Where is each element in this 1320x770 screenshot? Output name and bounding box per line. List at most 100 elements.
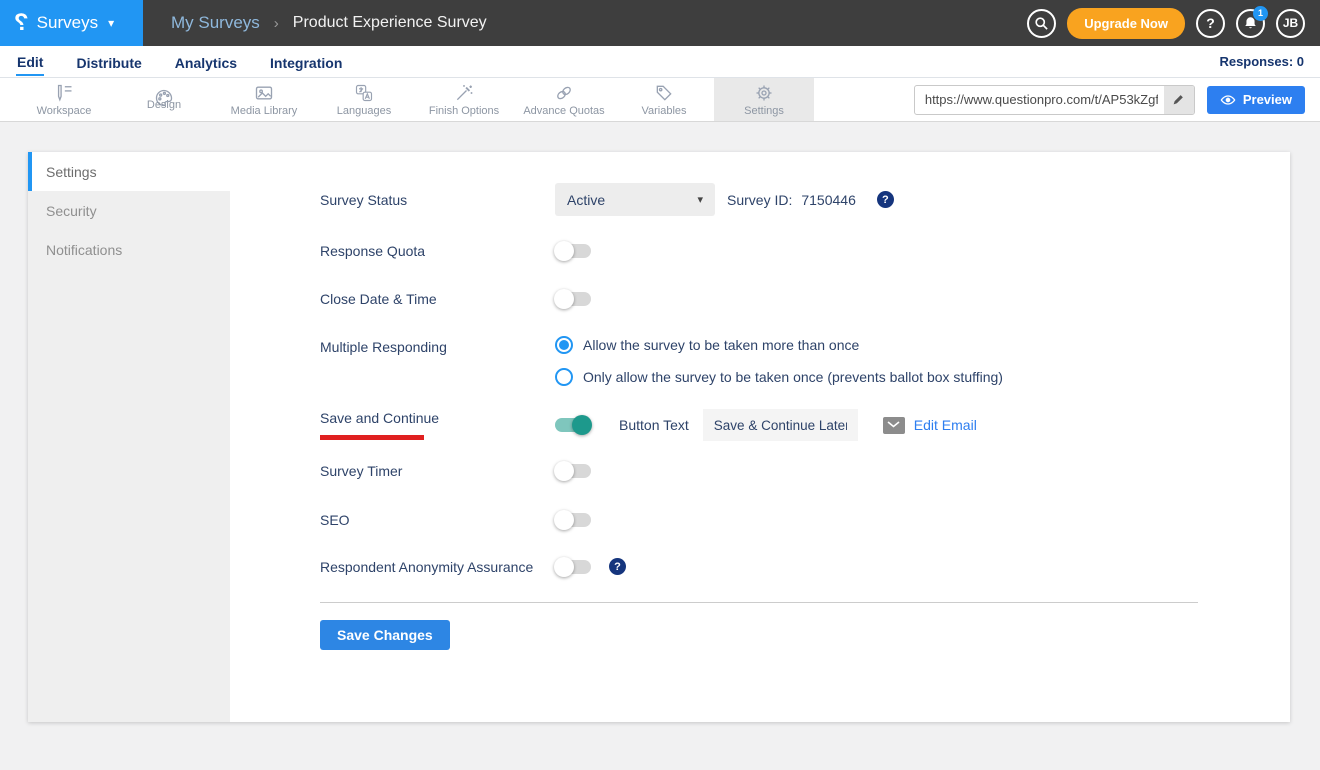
close-date-label: Close Date & Time	[320, 291, 555, 307]
workspace-icon	[54, 83, 74, 103]
settings-content: Survey Status Active ▾ Survey ID: 715044…	[230, 152, 1290, 650]
avatar-initials: JB	[1283, 16, 1298, 30]
section-tabs: Edit Distribute Analytics Integration Re…	[0, 46, 1320, 78]
toolbar-item-settings[interactable]: Settings	[714, 78, 814, 121]
toolbar-item-design[interactable]: Design	[114, 78, 214, 121]
survey-status-row: Survey Status Active ▾ Survey ID: 715044…	[320, 183, 1290, 216]
toolbar-item-workspace[interactable]: Workspace	[14, 78, 114, 121]
sidebar-item-security[interactable]: Security	[28, 191, 230, 230]
radio-option-once[interactable]: Only allow the survey to be taken once (…	[555, 368, 1003, 386]
anonymity-help-icon[interactable]: ?	[609, 558, 626, 575]
radio-option-multiple[interactable]: Allow the survey to be taken more than o…	[555, 336, 1003, 354]
responses-count: Responses: 0	[1219, 54, 1304, 69]
question-mark-icon: ?	[1206, 15, 1215, 31]
questionpro-logo-icon: ?	[14, 11, 29, 35]
save-and-continue-toggle[interactable]	[555, 418, 591, 432]
user-avatar[interactable]: JB	[1276, 9, 1305, 38]
chevron-down-icon: ▾	[697, 193, 703, 206]
save-changes-button[interactable]: Save Changes	[320, 620, 450, 650]
survey-status-label: Survey Status	[320, 192, 555, 208]
help-button[interactable]: ?	[1196, 9, 1225, 38]
toolbar-item-label: Settings	[744, 105, 784, 117]
response-quota-label: Response Quota	[320, 243, 555, 259]
toggle-knob	[554, 289, 574, 309]
settings-icon	[754, 83, 774, 103]
preview-button[interactable]: Preview	[1207, 86, 1305, 114]
variables-icon	[654, 83, 674, 103]
email-icon[interactable]	[883, 417, 905, 434]
seo-row: SEO	[320, 512, 1290, 528]
search-button[interactable]	[1027, 9, 1056, 38]
toolbar-item-label: Advance Quotas	[523, 105, 604, 117]
response-quota-toggle[interactable]	[555, 244, 591, 258]
topbar-actions: Upgrade Now ? 1 JB	[1027, 0, 1320, 46]
button-text-label: Button Text	[619, 417, 689, 433]
tab-integration[interactable]: Integration	[269, 49, 343, 75]
toolbar-items: Workspace Design Media Library Languages…	[0, 78, 814, 121]
radio-option-label: Allow the survey to be taken more than o…	[583, 337, 859, 353]
toggle-knob	[554, 241, 574, 261]
survey-id-help-icon[interactable]: ?	[877, 191, 894, 208]
button-text-input[interactable]	[703, 409, 858, 441]
radio-unselected-icon[interactable]	[555, 368, 573, 386]
response-quota-row: Response Quota	[320, 243, 1290, 259]
breadcrumb: My Surveys › Product Experience Survey	[171, 0, 487, 46]
chevron-down-icon: ▾	[108, 16, 114, 30]
save-and-continue-label-wrap: Save and Continue	[320, 410, 555, 440]
settings-sidebar: Settings Security Notifications	[28, 152, 230, 722]
breadcrumb-my-surveys[interactable]: My Surveys	[171, 13, 260, 33]
top-bar: ? Surveys ▾ My Surveys › Product Experie…	[0, 0, 1320, 46]
tab-edit[interactable]: Edit	[16, 48, 44, 76]
survey-id-value: 7150446	[801, 192, 856, 208]
finish-options-icon	[454, 83, 474, 103]
multiple-responding-options: Allow the survey to be taken more than o…	[555, 336, 1003, 386]
close-date-row: Close Date & Time	[320, 291, 1290, 307]
survey-status-dropdown[interactable]: Active ▾	[555, 183, 715, 216]
toolbar-item-media-library[interactable]: Media Library	[214, 78, 314, 121]
upgrade-now-button[interactable]: Upgrade Now	[1067, 8, 1185, 39]
sidebar-item-settings[interactable]: Settings	[28, 152, 230, 191]
radio-option-label: Only allow the survey to be taken once (…	[583, 369, 1003, 385]
edit-email-link[interactable]: Edit Email	[914, 417, 977, 433]
advance-quotas-icon	[554, 83, 574, 103]
survey-toolbar: Workspace Design Media Library Languages…	[0, 78, 1320, 122]
notification-badge: 1	[1253, 6, 1268, 21]
toggle-knob	[554, 557, 574, 577]
toolbar-item-label: Design	[147, 99, 181, 111]
tab-distribute[interactable]: Distribute	[75, 49, 142, 75]
respondent-anonymity-toggle[interactable]	[555, 560, 591, 574]
toolbar-item-label: Variables	[641, 105, 686, 117]
survey-timer-toggle[interactable]	[555, 464, 591, 478]
multiple-responding-label: Multiple Responding	[320, 339, 555, 355]
media-library-icon	[254, 83, 274, 103]
content-divider	[320, 602, 1198, 603]
toolbar-item-languages[interactable]: Languages	[314, 78, 414, 121]
multiple-responding-row: Multiple Responding Allow the survey to …	[320, 336, 1290, 386]
product-name: Surveys	[37, 13, 98, 33]
toolbar-item-finish-options[interactable]: Finish Options	[414, 78, 514, 121]
survey-status-value: Active	[567, 192, 605, 208]
tab-analytics[interactable]: Analytics	[174, 49, 238, 75]
survey-id-label: Survey ID:	[727, 192, 792, 208]
toolbar-item-variables[interactable]: Variables	[614, 78, 714, 121]
save-and-continue-label: Save and Continue	[320, 410, 439, 426]
toolbar-item-label: Finish Options	[429, 105, 499, 117]
radio-selected-icon[interactable]	[555, 336, 573, 354]
toolbar-item-advance-quotas[interactable]: Advance Quotas	[514, 78, 614, 121]
toggle-knob	[554, 510, 574, 530]
seo-label: SEO	[320, 512, 555, 528]
notifications-button[interactable]: 1	[1236, 9, 1265, 38]
survey-url-input[interactable]	[915, 92, 1164, 107]
sidebar-item-notifications[interactable]: Notifications	[28, 230, 230, 269]
toolbar-item-label: Media Library	[231, 105, 298, 117]
product-switcher[interactable]: ? Surveys ▾	[0, 0, 143, 46]
toolbar-item-label: Languages	[337, 105, 391, 117]
survey-timer-label: Survey Timer	[320, 463, 555, 479]
seo-toggle[interactable]	[555, 513, 591, 527]
respondent-anonymity-label: Respondent Anonymity Assurance	[320, 559, 555, 575]
settings-card: Settings Security Notifications Survey S…	[28, 152, 1290, 722]
edit-url-button[interactable]	[1164, 86, 1194, 114]
close-date-toggle[interactable]	[555, 292, 591, 306]
toolbar-item-label: Workspace	[37, 105, 92, 117]
toggle-knob	[554, 461, 574, 481]
